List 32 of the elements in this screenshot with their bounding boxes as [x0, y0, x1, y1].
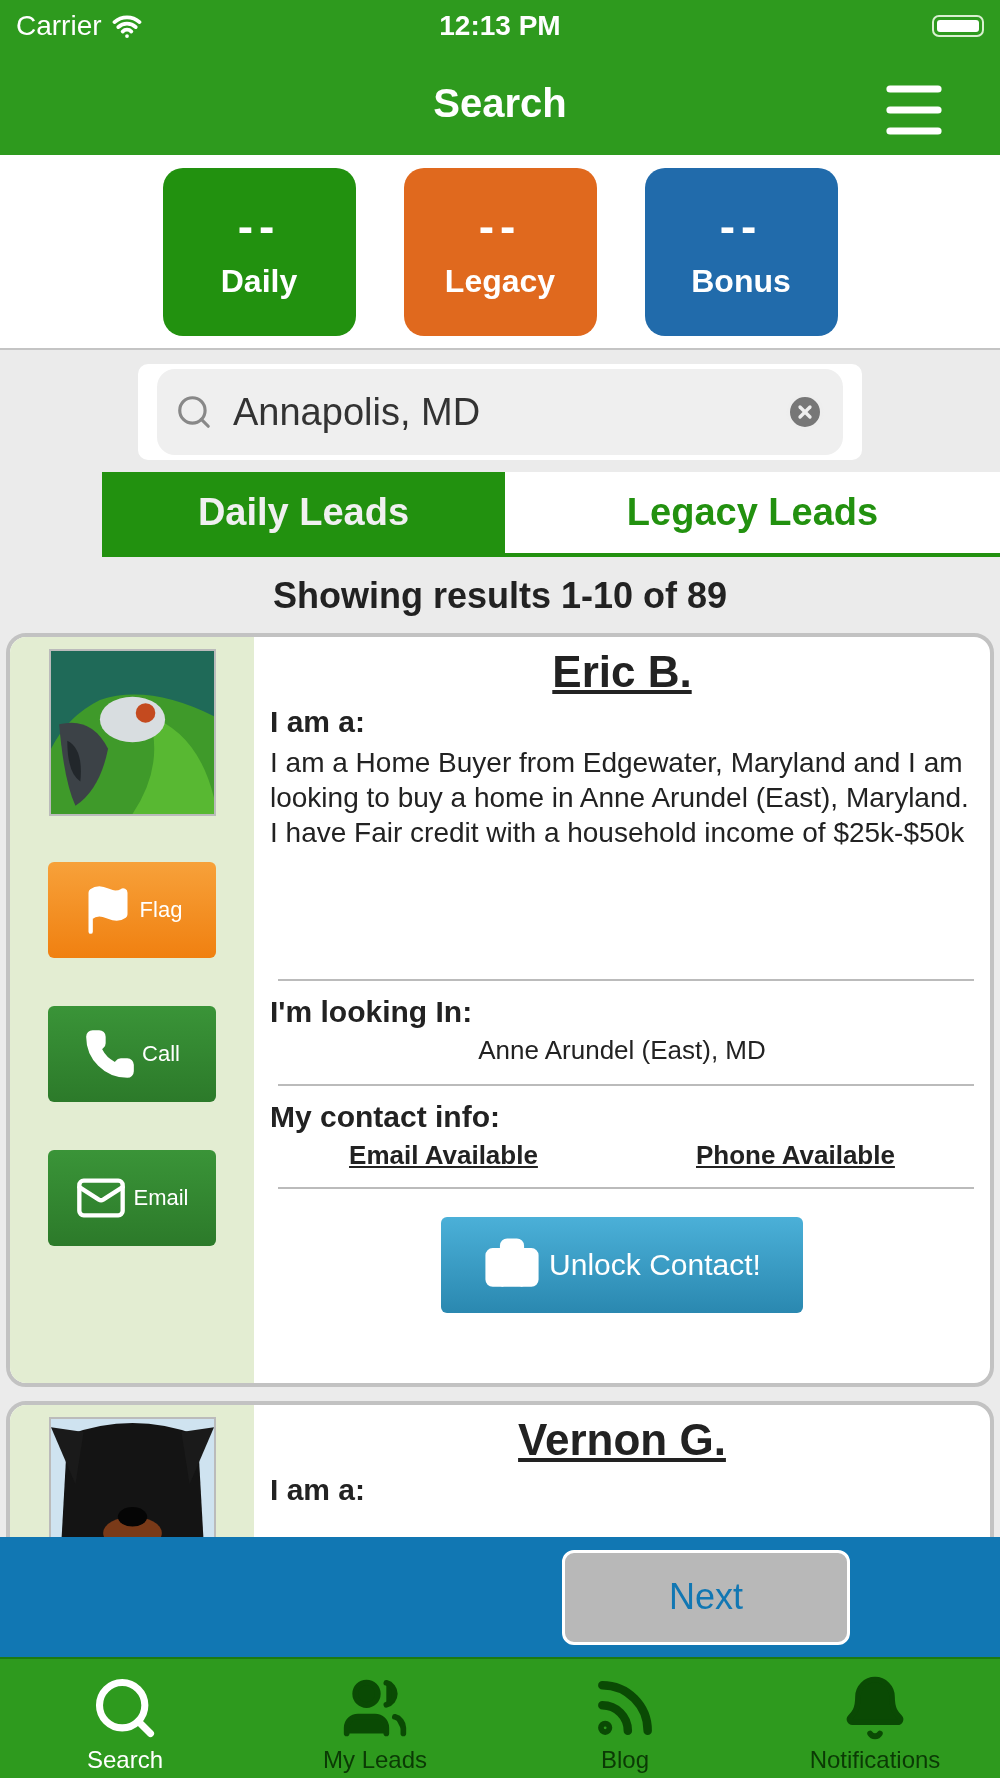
next-button[interactable]: Next	[562, 1549, 850, 1645]
section-label: My contact info:	[270, 1100, 501, 1134]
lead-name[interactable]: Eric B.	[552, 647, 692, 697]
results-summary: Showing results 1-10 of 89	[271, 574, 729, 618]
leads-tab[interactable]: Daily Leads	[102, 472, 505, 553]
carrier-label: Carrier	[16, 10, 102, 42]
search-icon	[175, 393, 213, 431]
section-label: I am a:	[270, 1473, 367, 1507]
leads-tab[interactable]: Legacy Leads	[505, 472, 1000, 553]
section-label: I am a:	[270, 705, 367, 739]
tab-bar-item[interactable]: Blog	[500, 1659, 750, 1778]
status-time: 12:13 PM	[438, 10, 562, 42]
screen-title: Search	[433, 81, 567, 126]
stat-tile[interactable]: -- Legacy	[403, 167, 597, 336]
tab-bar-item[interactable]: Notifications	[750, 1659, 1000, 1778]
battery-icon	[932, 15, 984, 37]
stat-tile[interactable]: -- Bonus	[644, 167, 838, 336]
phone-icon	[84, 1028, 137, 1080]
unlock-button[interactable]: Unlock Contact!	[441, 1217, 803, 1313]
lead-name[interactable]: Vernon G.	[518, 1415, 726, 1465]
contact-link[interactable]: Phone Available	[696, 1140, 895, 1171]
lead-description: I am a Home Buyer from Edgewater, Maryland and I am looking to buy a home in Anne Arundel (East), Maryland. I have Fair credit with a household income of $25k-$50k	[270, 746, 970, 850]
stat-tile[interactable]: -- Daily	[162, 167, 356, 336]
tab-bar-item[interactable]: My Leads	[250, 1659, 500, 1778]
email-button[interactable]: Email	[48, 1150, 216, 1246]
location-text: Anne Arundel (East), MD	[477, 1034, 767, 1067]
tab-bar-item[interactable]: Search	[0, 1659, 250, 1778]
contact-link[interactable]: Email Available	[349, 1140, 538, 1171]
section-label: I'm looking In:	[270, 995, 474, 1029]
call-button[interactable]: Call	[48, 1006, 216, 1102]
flag-button[interactable]: Flag	[48, 862, 216, 958]
search-bar[interactable]: Annapolis, MD	[157, 369, 843, 455]
